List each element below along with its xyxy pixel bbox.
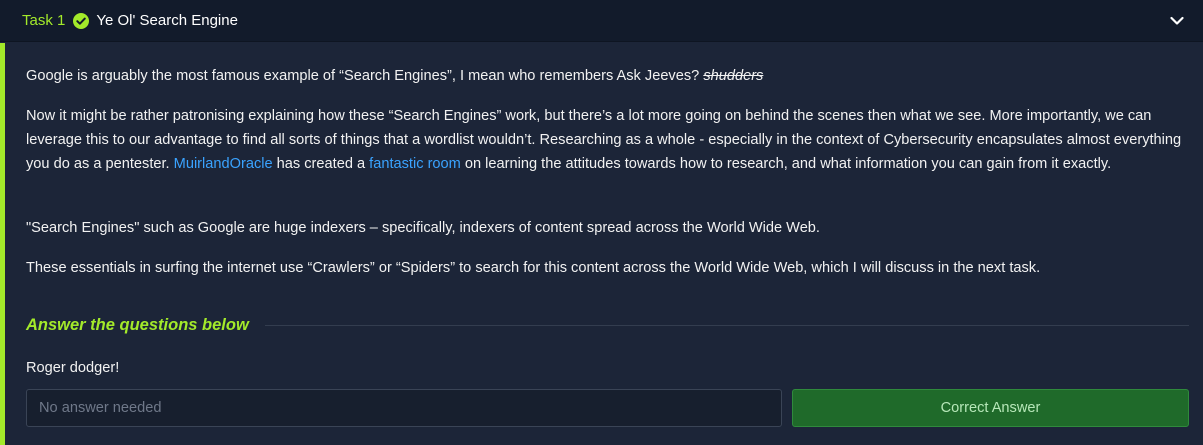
- paragraph-1-text: Google is arguably the most famous examp…: [26, 68, 704, 84]
- paragraph-4: These essentials in surfing the internet…: [26, 260, 1041, 276]
- task-title: Ye Ol' Search Engine: [96, 12, 238, 29]
- task-header[interactable]: Task 1 Ye Ol' Search Engine: [0, 0, 1203, 42]
- answer-heading-text: Answer the questions below: [26, 316, 249, 334]
- muirlandoracle-link[interactable]: MuirlandOracle: [174, 156, 273, 172]
- task-body: Google is arguably the most famous examp…: [0, 43, 1203, 445]
- answer-input[interactable]: [26, 389, 782, 427]
- paragraph-2-part-2: has created a: [272, 156, 370, 172]
- shudders-text: shudders: [703, 68, 764, 84]
- answer-section-heading: Answer the questions below: [26, 316, 1189, 335]
- question-text: Roger dodger!: [26, 360, 120, 376]
- answer-row: Correct Answer: [26, 389, 1189, 427]
- fantastic-room-link[interactable]: fantastic room: [369, 156, 461, 172]
- task-card: Task 1 Ye Ol' Search Engine Google is ar…: [0, 0, 1203, 445]
- correct-answer-button[interactable]: Correct Answer: [792, 389, 1189, 427]
- check-circle-icon: [73, 12, 90, 29]
- paragraph-2: Now it might be rather patronising expla…: [26, 104, 1189, 176]
- paragraph-1: Google is arguably the most famous examp…: [26, 64, 1189, 88]
- paragraph-2-part-3: on learning the attitudes towards how to…: [460, 156, 1112, 172]
- task-number: Task 1: [22, 12, 66, 29]
- divider: [264, 325, 1189, 326]
- paragraph-3: "Search Engines" such as Google are huge…: [26, 220, 820, 236]
- chevron-down-icon[interactable]: [1165, 9, 1189, 33]
